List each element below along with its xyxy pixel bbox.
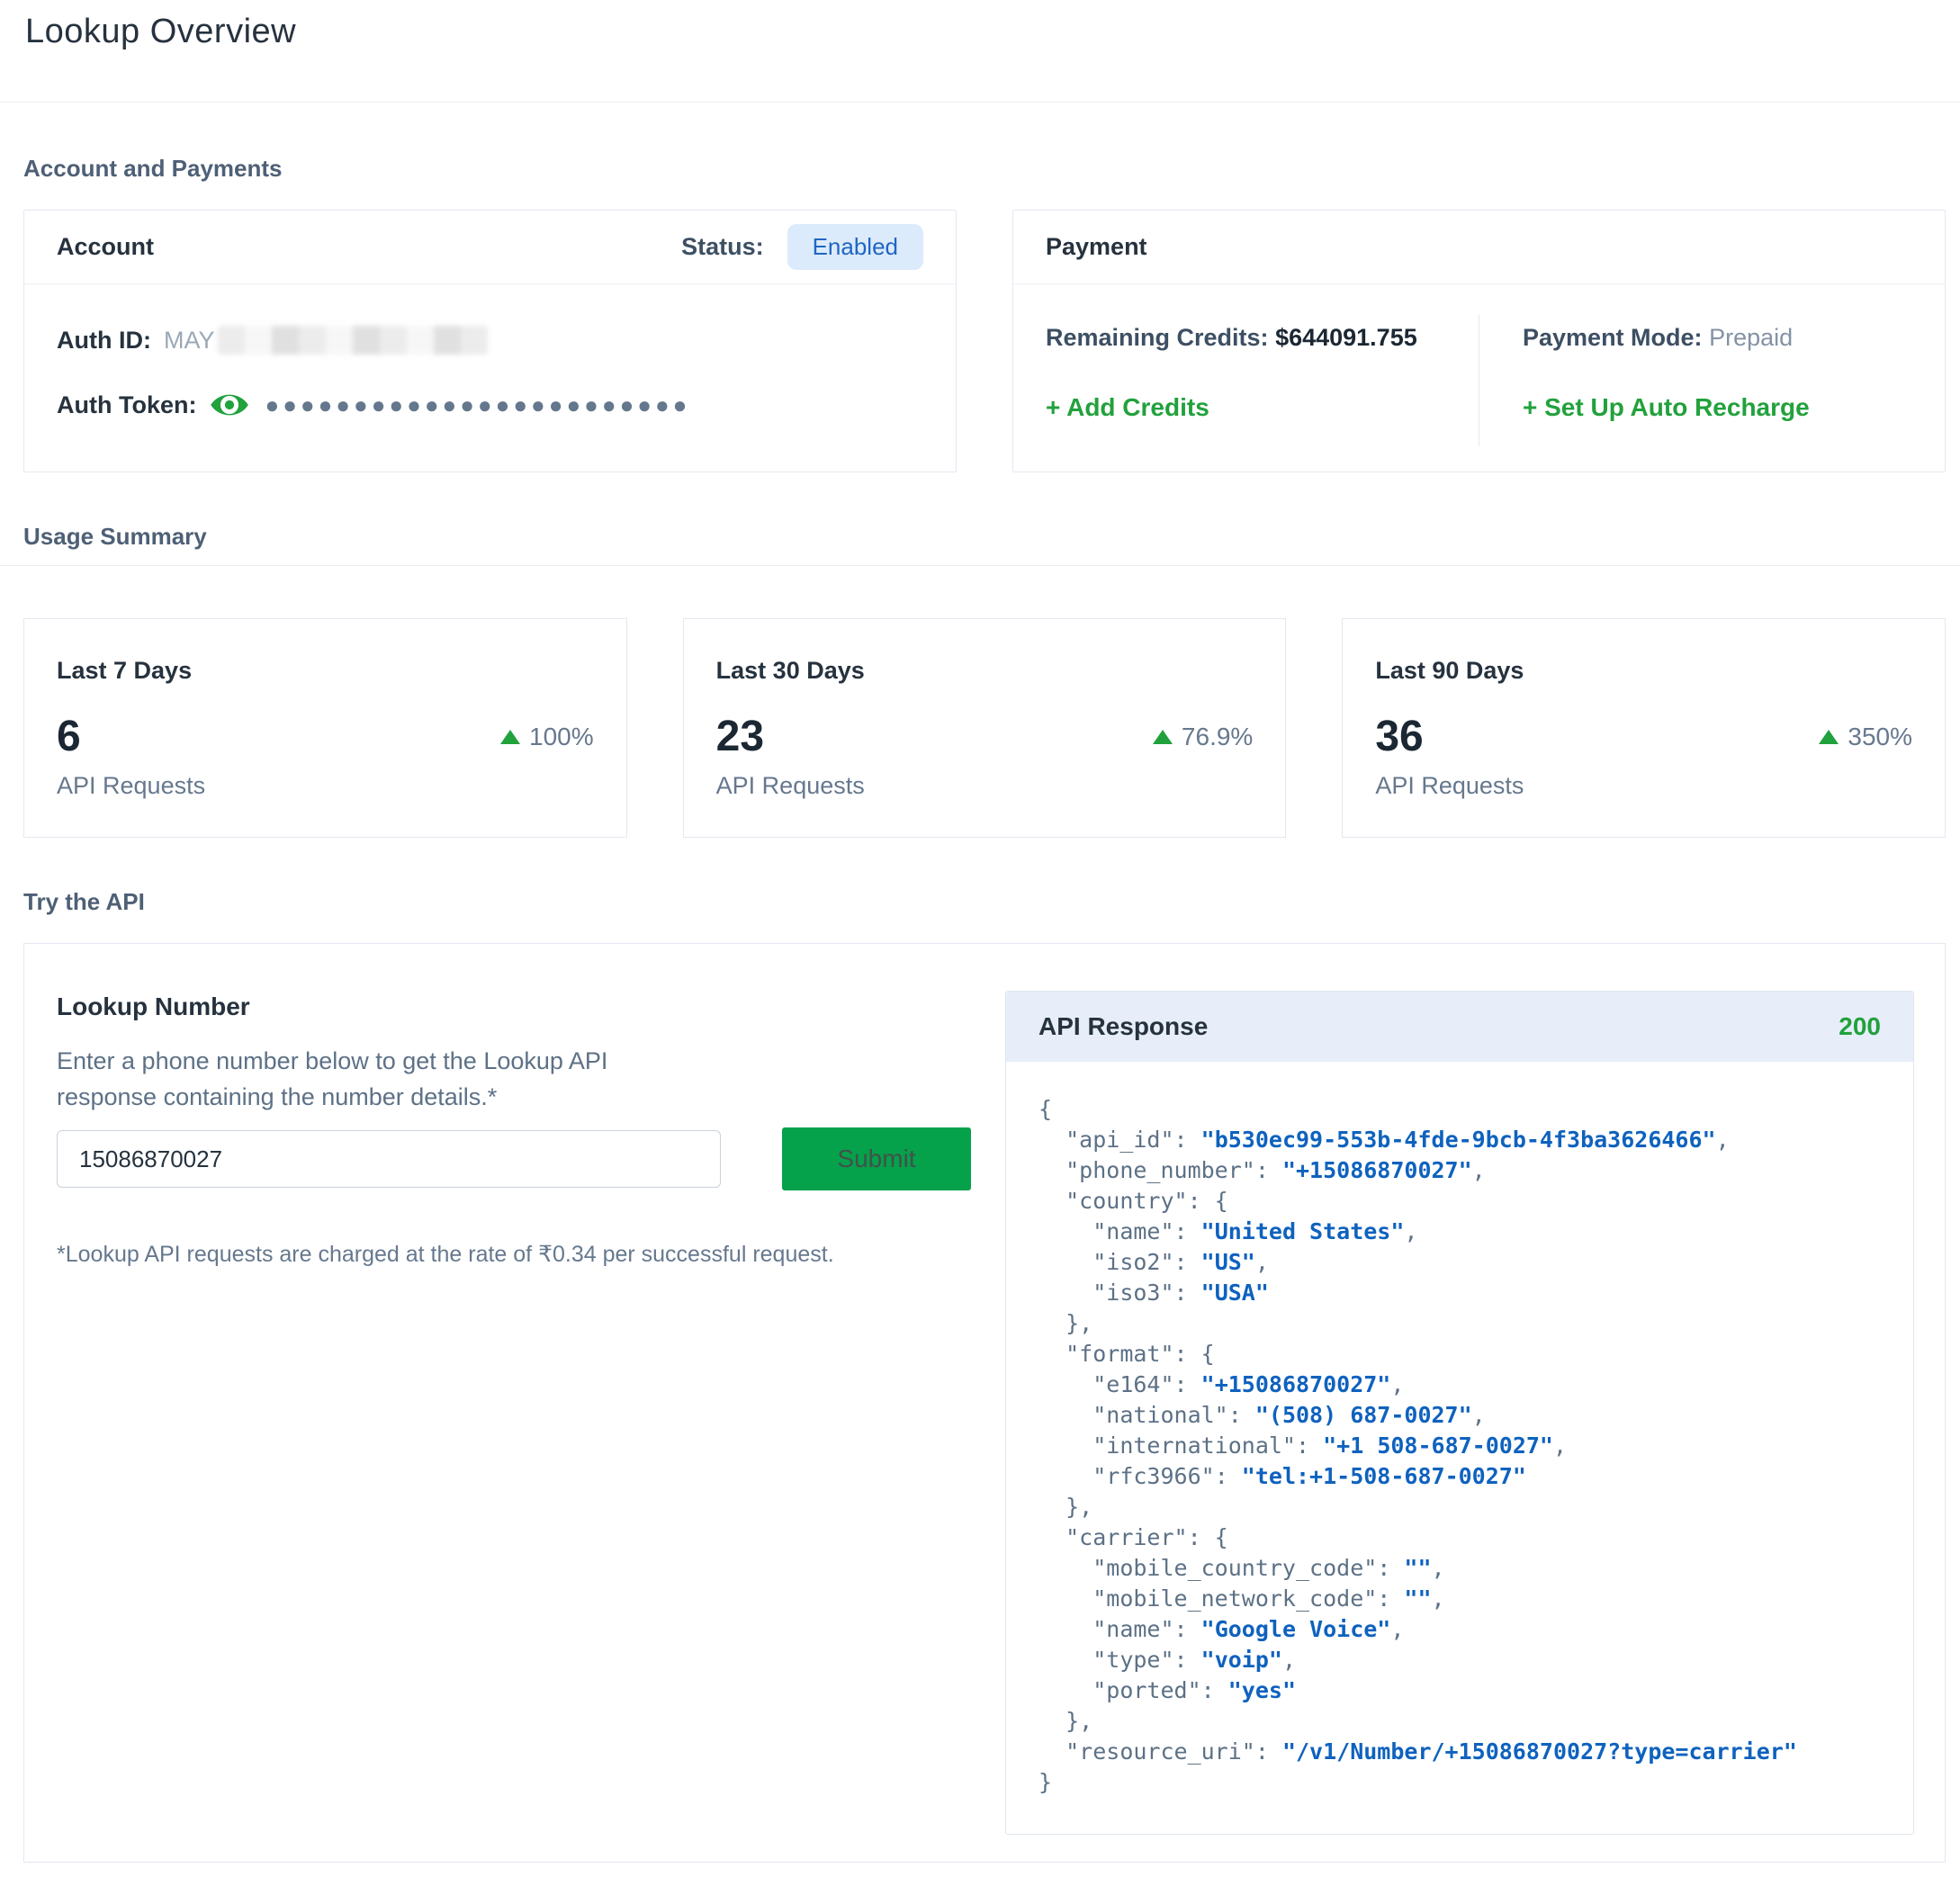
http-status-code: 200 [1839, 1012, 1881, 1041]
account-card-header: Account Status: Enabled [24, 211, 956, 284]
payment-mode-value: Prepaid [1709, 324, 1793, 351]
status-label: Status: [681, 233, 764, 261]
usage-card-delta: 350% [1819, 723, 1912, 751]
remaining-credits-label: Remaining Credits: [1046, 324, 1269, 351]
api-response-header: API Response 200 [1006, 992, 1913, 1062]
remaining-credits-line: Remaining Credits: $644091.755 [1046, 324, 1446, 352]
auth-id-label: Auth ID: [57, 327, 151, 355]
pricing-note: *Lookup API requests are charged at the … [57, 1241, 1005, 1268]
usage-card-unit: API Requests [716, 772, 1254, 800]
usage-card-30-days: Last 30 Days 23 76.9% API Requests [683, 618, 1287, 838]
add-credits-button[interactable]: + Add Credits [1046, 393, 1209, 422]
account-status: Status: Enabled [681, 224, 923, 270]
usage-card-delta: 76.9% [1153, 723, 1253, 751]
auth-id-value: MAY [164, 327, 215, 355]
usage-card-value: 6 [57, 712, 81, 761]
credits-column: Remaining Credits: $644091.755 + Add Cre… [1013, 310, 1479, 446]
usage-card-value: 23 [716, 712, 764, 761]
auth-token-row: Auth Token: ●●●●●●●●●●●●●●●●●●●●●●●● [57, 389, 923, 421]
page-title: Lookup Overview [25, 13, 1935, 51]
usage-card-90-days: Last 90 Days 36 350% API Requests [1342, 618, 1946, 838]
auth-token-label: Auth Token: [57, 391, 196, 419]
usage-divider [0, 565, 1960, 566]
account-card-body: Auth ID: MAY Auth Token: ●●●●●●●●●●●●●●●… [24, 284, 956, 421]
usage-card-unit: API Requests [57, 772, 594, 800]
account-card-title: Account [57, 233, 154, 261]
account-card: Account Status: Enabled Auth ID: MAY Aut… [23, 210, 957, 472]
api-response-json: { "api_id": "b530ec99-553b-4fde-9bcb-4f3… [1006, 1062, 1913, 1798]
api-response-panel: API Response 200 { "api_id": "b530ec99-5… [1005, 991, 1914, 1835]
usage-card-value: 36 [1375, 712, 1423, 761]
reveal-token-eye-icon[interactable] [209, 389, 250, 421]
main-content: Account and Payments Account Status: Ena… [0, 155, 1960, 1863]
trend-up-icon [500, 730, 520, 744]
usage-card-title: Last 90 Days [1375, 657, 1912, 685]
account-payment-row: Account Status: Enabled Auth ID: MAY Aut… [23, 210, 1946, 472]
setup-auto-recharge-button[interactable]: + Set Up Auto Recharge [1523, 393, 1810, 422]
status-badge: Enabled [787, 224, 923, 270]
payment-mode-label: Payment Mode: [1523, 324, 1703, 351]
page-header: Lookup Overview [0, 0, 1960, 103]
usage-card-delta: 100% [500, 723, 594, 751]
api-response-title: API Response [1038, 1012, 1208, 1041]
trend-up-icon [1819, 730, 1839, 744]
usage-card-delta-value: 76.9% [1182, 723, 1253, 751]
trend-up-icon [1153, 730, 1173, 744]
usage-card-title: Last 30 Days [716, 657, 1254, 685]
payment-mode-column: Payment Mode: Prepaid + Set Up Auto Rech… [1479, 310, 1945, 446]
usage-card-delta-value: 350% [1848, 723, 1912, 751]
payment-card-body: Remaining Credits: $644091.755 + Add Cre… [1013, 284, 1945, 446]
remaining-credits-value: $644091.755 [1275, 324, 1417, 351]
usage-card-title: Last 7 Days [57, 657, 594, 685]
section-label-account-payments: Account and Payments [23, 155, 1946, 183]
section-label-usage-summary: Usage Summary [23, 523, 1946, 551]
lookup-form-description: Enter a phone number below to get the Lo… [57, 1043, 696, 1115]
section-label-try-api: Try the API [23, 888, 1946, 916]
try-api-card: Lookup Number Enter a phone number below… [23, 943, 1946, 1863]
phone-number-input[interactable] [57, 1130, 721, 1188]
auth-token-masked: ●●●●●●●●●●●●●●●●●●●●●●●● [265, 391, 690, 419]
payment-card-title: Payment [1046, 233, 1147, 261]
usage-card-unit: API Requests [1375, 772, 1912, 800]
auth-id-row: Auth ID: MAY [57, 326, 923, 355]
lookup-form-title: Lookup Number [57, 992, 1005, 1021]
auth-id-redacted-block [218, 326, 488, 355]
usage-cards-row: Last 7 Days 6 100% API Requests Last 30 … [23, 618, 1946, 838]
payment-card: Payment Remaining Credits: $644091.755 +… [1012, 210, 1946, 472]
usage-card-7-days: Last 7 Days 6 100% API Requests [23, 618, 627, 838]
lookup-form: Lookup Number Enter a phone number below… [24, 944, 1005, 1862]
submit-button[interactable]: Submit [782, 1127, 971, 1190]
payment-card-header: Payment [1013, 211, 1945, 284]
usage-card-delta-value: 100% [529, 723, 594, 751]
payment-mode-line: Payment Mode: Prepaid [1523, 324, 1912, 352]
